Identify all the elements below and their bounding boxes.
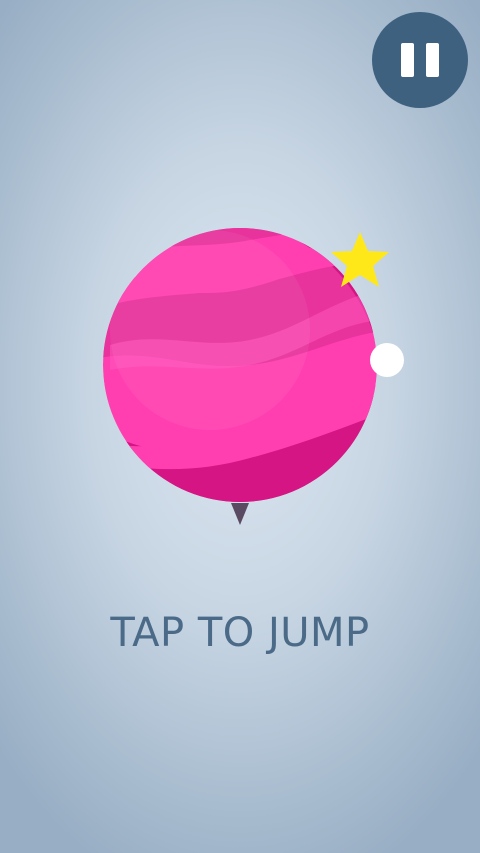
spike-obstacle	[231, 503, 249, 525]
game-scene[interactable]	[0, 0, 480, 853]
tap-to-jump-prompt: TAP TO JUMP	[110, 610, 370, 656]
pink-planet	[103, 228, 377, 502]
player-orb	[370, 343, 404, 377]
